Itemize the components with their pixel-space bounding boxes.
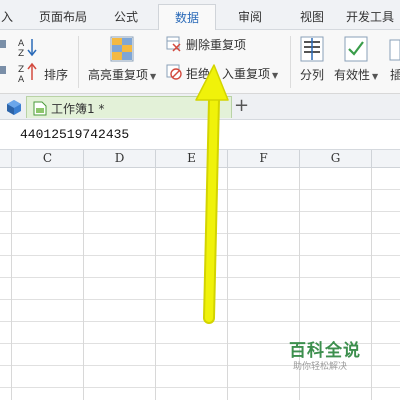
workbook-tab-bar: 工作簿1 * +	[0, 94, 400, 120]
data-validity-button[interactable]: 有效性 ▼	[334, 34, 384, 90]
text-to-columns-icon	[300, 36, 324, 62]
sort-label[interactable]: 排序	[44, 66, 68, 83]
svg-text:A: A	[18, 39, 25, 49]
data-validity-label: 有效性 ▼	[334, 68, 379, 82]
menu-tab-bar: 入 页面布局 公式 数据 审阅 视图 开发工具	[0, 0, 400, 31]
watermark-subtitle: 助你轻松解决	[293, 362, 348, 372]
delete-duplicates-label: 删除重复项	[186, 38, 247, 52]
delete-duplicates-button[interactable]: 删除重复项	[166, 34, 256, 56]
svg-text:Z: Z	[18, 49, 24, 58]
reject-duplicates-button[interactable]: 拒绝 入重复项 ▼	[166, 62, 286, 84]
tab-developer[interactable]: 开发工具	[346, 4, 400, 30]
svg-text:Z: Z	[18, 65, 24, 75]
svg-text:A: A	[18, 75, 25, 84]
text-to-columns-label: 分列	[300, 68, 325, 82]
tab-review[interactable]: 审阅	[228, 4, 272, 30]
sort-descending-icon: Z A	[18, 62, 37, 85]
add-workbook-icon[interactable]: +	[234, 95, 249, 116]
sort-descending-button[interactable]: Z A	[16, 62, 38, 85]
tab-data[interactable]: 数据	[158, 4, 216, 31]
wps-cube-icon[interactable]	[6, 99, 22, 115]
tab-view[interactable]: 视图	[290, 4, 334, 30]
column-header-f[interactable]: F	[228, 150, 300, 168]
ribbon-toolbar: A Z Z A 排序 高亮重复项 ▼ 删除重复项 拒绝 入重复项 ▼ 分列 有效…	[0, 30, 400, 94]
column-header-d[interactable]: D	[84, 150, 156, 168]
column-header-partial[interactable]	[372, 150, 400, 168]
partial-icon-left	[0, 40, 6, 74]
column-header-e[interactable]: E	[156, 150, 228, 168]
insert-partial-icon	[389, 39, 400, 61]
ribbon-separator	[78, 36, 79, 88]
workbook-tab[interactable]: 工作簿1 *	[26, 96, 232, 118]
tab-page-layout[interactable]: 页面布局	[30, 4, 96, 30]
sort-ascending-button[interactable]: A Z	[16, 36, 40, 59]
delete-duplicates-icon	[166, 36, 181, 52]
text-to-columns-button[interactable]: 分列	[298, 34, 328, 90]
highlight-duplicates-label: 高亮重复项 ▼	[88, 68, 157, 82]
data-validity-icon	[344, 36, 368, 62]
sort-ascending-icon: A Z	[18, 39, 37, 59]
column-header-g[interactable]: G	[300, 150, 372, 168]
watermark-title: 百科全说	[289, 341, 361, 361]
spreadsheet-file-icon	[33, 101, 47, 116]
tab-insert[interactable]: 入	[0, 4, 14, 30]
column-header-c[interactable]: C	[12, 150, 84, 168]
column-header-partial[interactable]	[0, 150, 12, 168]
reject-duplicates-label: 拒绝 入重复项 ▼	[186, 67, 279, 81]
workbook-tab-label: 工作簿1 *	[51, 102, 105, 116]
tab-formulas[interactable]: 公式	[104, 4, 148, 30]
reject-duplicates-icon	[166, 64, 182, 80]
formula-bar-value[interactable]: 44012519742435	[20, 127, 129, 142]
highlight-duplicates-button[interactable]: 高亮重复项 ▼	[88, 34, 160, 90]
formula-bar[interactable]: 44012519742435	[0, 120, 400, 150]
ribbon-separator	[290, 36, 291, 88]
insert-partial-label[interactable]: 插	[390, 66, 400, 83]
highlight-duplicates-icon	[110, 36, 134, 62]
